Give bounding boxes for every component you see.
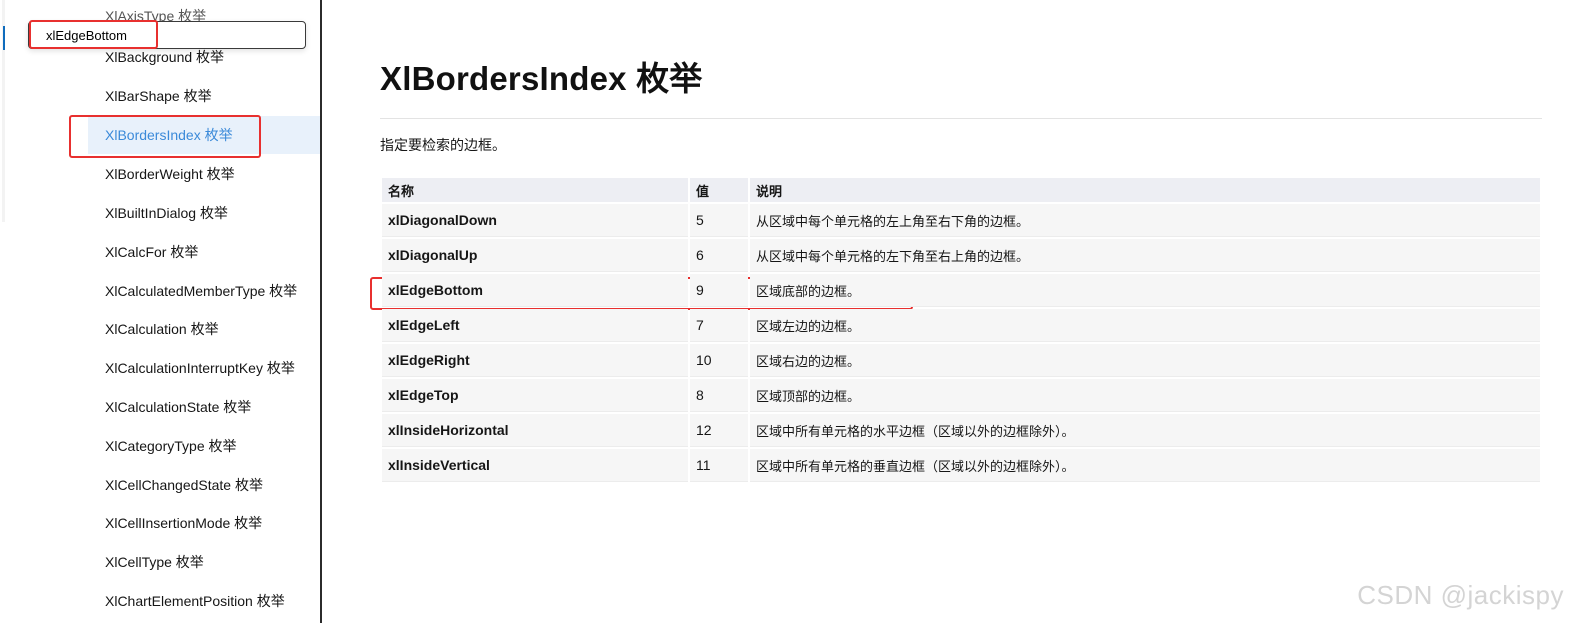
toc-item-selected[interactable]: XlBordersIndex 枚举: [88, 116, 320, 154]
cell-value: 6: [690, 239, 748, 272]
column-header-desc: 说明: [750, 178, 1540, 202]
cell-value: 7: [690, 309, 748, 342]
cell-name: xlInsideVertical: [382, 449, 688, 482]
toc-item[interactable]: XlChartElementPosition 枚举: [88, 582, 320, 620]
toc-pane: XlAxisType 枚举 XlBackground 枚举 XlBarShape…: [0, 0, 322, 623]
cell-name: xlEdgeLeft: [382, 309, 688, 342]
cell-value: 10: [690, 344, 748, 377]
toc-item[interactable]: XlBuiltInDialog 枚举: [88, 194, 320, 232]
cell-value: 9: [690, 274, 748, 307]
toc-item[interactable]: XlCategoryType 枚举: [88, 427, 320, 465]
cell-name: xlDiagonalDown: [382, 204, 688, 237]
toc-item[interactable]: XlCalculationInterruptKey 枚举: [88, 349, 320, 387]
cell-name: xlDiagonalUp: [382, 239, 688, 272]
page-title: XlBordersIndex 枚举: [380, 60, 703, 97]
cell-name: xlInsideHorizontal: [382, 414, 688, 447]
cell-desc: 从区域中每个单元格的左上角至右下角的边框。: [750, 204, 1540, 237]
toc-item[interactable]: XlBorderWeight 枚举: [88, 155, 320, 193]
cell-desc: 区域顶部的边框。: [750, 379, 1540, 412]
cell-desc: 区域中所有单元格的水平边框（区域以外的边框除外）。: [750, 414, 1540, 447]
cell-name: xlEdgeBottom: [382, 274, 688, 307]
table-row: xlEdgeRight 10 区域右边的边框。: [382, 344, 1540, 377]
column-header-name: 名称: [382, 178, 688, 202]
toc-item[interactable]: XlCalculationState 枚举: [88, 388, 320, 426]
cell-value: 12: [690, 414, 748, 447]
cell-desc: 区域右边的边框。: [750, 344, 1540, 377]
cell-value: 8: [690, 379, 748, 412]
toc-item[interactable]: XlCellType 枚举: [88, 543, 320, 581]
table-row: xlEdgeBottom 9 区域底部的边框。: [382, 274, 1540, 307]
toc-item[interactable]: XlCalculatedMemberType 枚举: [88, 272, 320, 310]
cell-value: 11: [690, 449, 748, 482]
cell-name: xlEdgeTop: [382, 379, 688, 412]
table-row: xlEdgeTop 8 区域顶部的边框。: [382, 379, 1540, 412]
main-content: XlBordersIndex 枚举 指定要检索的边框。 名称 值 说明 xlDi…: [380, 0, 1542, 623]
watermark: CSDN @jackispy: [1357, 580, 1564, 610]
table-row: xlEdgeLeft 7 区域左边的边框。: [382, 309, 1540, 342]
toc-item[interactable]: XlCellChangedState 枚举: [88, 466, 320, 504]
table-row: xlInsideVertical 11 区域中所有单元格的垂直边框（区域以外的边…: [382, 449, 1540, 482]
cell-desc: 区域左边的边框。: [750, 309, 1540, 342]
table-row: xlDiagonalDown 5 从区域中每个单元格的左上角至右下角的边框。: [382, 204, 1540, 237]
toc-item[interactable]: XlCalculation 枚举: [88, 310, 320, 348]
cell-desc: 从区域中每个单元格的左下角至右上角的边框。: [750, 239, 1540, 272]
toc-item[interactable]: XlCalcFor 枚举: [88, 233, 320, 271]
enum-table: 名称 值 说明 xlDiagonalDown 5 从区域中每个单元格的左上角至右…: [380, 176, 1542, 484]
toc-item[interactable]: XlBarShape 枚举: [88, 77, 320, 115]
cell-desc: 区域底部的边框。: [750, 274, 1540, 307]
cell-value: 5: [690, 204, 748, 237]
filter-search-input[interactable]: [28, 21, 306, 49]
table-row: xlInsideHorizontal 12 区域中所有单元格的水平边框（区域以外…: [382, 414, 1540, 447]
title-divider: [380, 118, 1542, 119]
cell-desc: 区域中所有单元格的垂直边框（区域以外的边框除外）。: [750, 449, 1540, 482]
page-description: 指定要检索的边框。: [380, 137, 506, 153]
table-header-row: 名称 值 说明: [382, 178, 1540, 202]
toc-item[interactable]: XlCellInsertionMode 枚举: [88, 504, 320, 542]
table-row: xlDiagonalUp 6 从区域中每个单元格的左下角至右上角的边框。: [382, 239, 1540, 272]
active-indicator: [3, 26, 5, 50]
column-header-value: 值: [690, 178, 748, 202]
cell-name: xlEdgeRight: [382, 344, 688, 377]
